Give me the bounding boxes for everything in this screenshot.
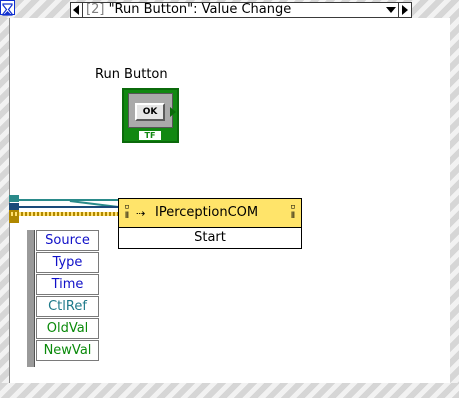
run-button-terminal-face: OK [128, 93, 173, 128]
output-arrow-icon [170, 107, 176, 117]
event-data-node-bar [27, 230, 35, 367]
ok-button-icon: OK [135, 103, 165, 121]
case-dropdown-button[interactable] [385, 4, 397, 16]
event-data-item-type[interactable]: Type [36, 252, 99, 273]
case-selector[interactable]: [2] "Run Button": Value Change [70, 2, 412, 18]
increment-case-button[interactable] [398, 3, 411, 17]
event-structure-bottom-border [0, 383, 459, 398]
event-data-item-newval[interactable]: NewVal [36, 340, 99, 361]
case-index: [2] [86, 2, 105, 17]
event-data-item-ctlref[interactable]: CtlRef [36, 296, 99, 317]
event-data-item-source[interactable]: Source [36, 230, 99, 251]
invoke-node[interactable]: ▫ ǁ ⇢ IPerceptionCOM ▫ ǁ Start [118, 198, 302, 249]
case-name: "Run Button": Value Change [108, 2, 292, 17]
hourglass-icon[interactable] [0, 0, 15, 16]
event-structure-right-border [449, 18, 459, 383]
case-selector-label: [2] "Run Button": Value Change [86, 3, 291, 17]
reference-out-icon: ▫ ǁ [290, 202, 296, 221]
event-data-node[interactable]: Source Type Time CtlRef OldVal NewVal [27, 230, 99, 367]
event-structure-left-border [0, 18, 9, 383]
invoke-method[interactable]: Start [119, 228, 301, 248]
invoke-arrow-icon: ⇢ [136, 207, 146, 220]
right-arrow-icon [402, 5, 408, 15]
run-button-label: Run Button [95, 67, 168, 82]
event-structure: [2] "Run Button": Value Change Run Butto… [0, 0, 459, 398]
boolean-type-badge: TF [139, 131, 161, 140]
decrement-case-button[interactable] [71, 3, 83, 17]
left-arrow-icon [73, 5, 79, 15]
invoke-class-name: IPerceptionCOM [155, 205, 259, 220]
invoke-node-header: ▫ ǁ ⇢ IPerceptionCOM ▫ ǁ [119, 199, 301, 228]
chevron-down-icon [386, 7, 396, 13]
event-data-item-time[interactable]: Time [36, 274, 99, 295]
reference-in-icon: ▫ ǁ [124, 202, 130, 221]
error-wire[interactable] [9, 212, 121, 216]
data-wire[interactable] [9, 206, 121, 208]
run-button-terminal[interactable]: OK TF [122, 88, 179, 143]
event-data-item-oldval[interactable]: OldVal [36, 318, 99, 339]
